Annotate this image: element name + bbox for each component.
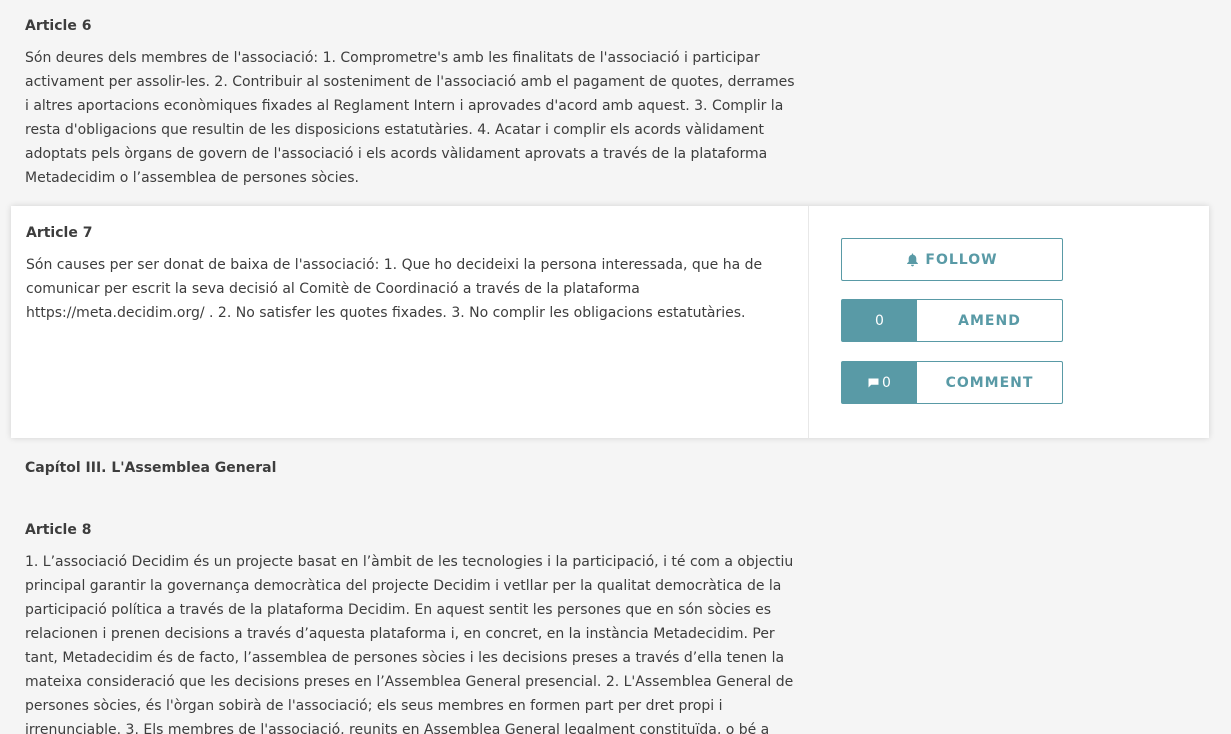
amend-button[interactable]: 0 AMEND [841,299,1063,342]
comment-label: COMMENT [945,374,1034,391]
article-8: Article 8 1. L’associació Decidim és un … [25,520,795,734]
follow-button[interactable]: FOLLOW [841,238,1063,281]
amend-count: 0 [842,300,917,341]
article-title: Article 7 [26,225,93,241]
article-body: Són causes per ser donat de baixa de l'a… [26,257,763,321]
article-7-content: Article 7 Són causes per ser donat de ba… [11,206,809,438]
article-title: Article 6 [25,18,92,34]
chapter-heading: Capítol III. L'Assemblea General [25,458,795,478]
follow-label: FOLLOW [925,251,998,268]
article-7-card: Article 7 Són causes per ser donat de ba… [11,206,1209,438]
article-body: 1. L’associació Decidim és un projecte b… [25,554,794,734]
article-body: Són deures dels membres de l'associació:… [25,50,795,186]
article-6: Article 6 Són deures dels membres de l'a… [25,16,795,190]
comment-icon [868,378,879,388]
amend-label: AMEND [958,312,1021,329]
bell-icon [906,253,919,267]
page: Article 6 Són deures dels membres de l'a… [0,0,1231,734]
comment-button[interactable]: 0 COMMENT [841,361,1063,404]
comment-count-box: 0 [842,362,917,403]
article-title: Article 8 [25,522,92,538]
comment-count: 0 [882,374,891,391]
chapter-title: Capítol III. L'Assemblea General [25,460,277,476]
